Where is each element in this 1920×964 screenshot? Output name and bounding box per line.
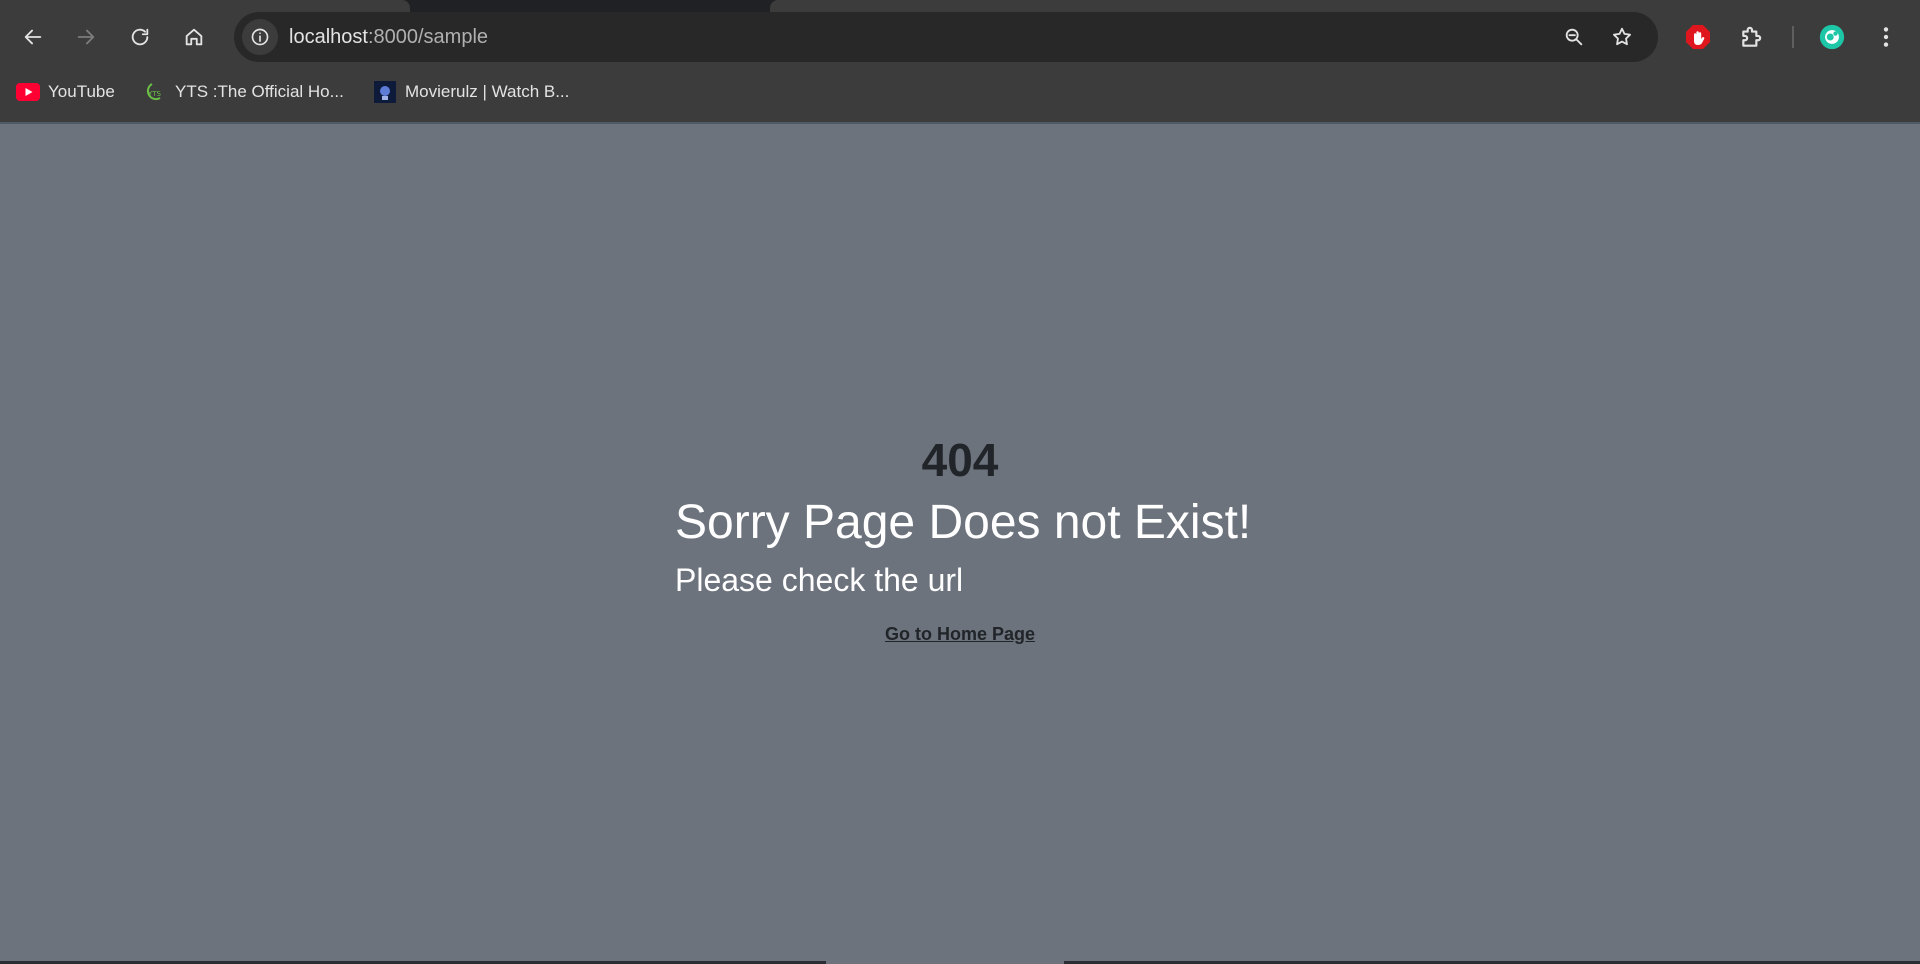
error-subtitle: Please check the url bbox=[675, 562, 964, 598]
bookmark-youtube[interactable]: YouTube bbox=[16, 78, 115, 106]
bookmark-star-button[interactable] bbox=[1604, 19, 1640, 55]
tab-strip bbox=[0, 0, 1920, 12]
adblock-extension-button[interactable] bbox=[1680, 19, 1716, 55]
info-icon bbox=[251, 28, 269, 46]
address-bar[interactable]: localhost:8000/sample bbox=[234, 12, 1658, 62]
bookmark-movierulz[interactable]: Movierulz | Watch B... bbox=[373, 78, 569, 106]
go-home-link[interactable]: Go to Home Page bbox=[675, 624, 1245, 645]
adblock-icon bbox=[1686, 25, 1710, 49]
star-icon bbox=[1613, 27, 1631, 46]
error-code: 404 bbox=[921, 434, 999, 486]
url-path: :8000/sample bbox=[367, 26, 489, 48]
youtube-icon bbox=[16, 82, 40, 102]
yts-icon: YTS bbox=[143, 82, 167, 102]
toolbar-divider bbox=[1792, 26, 1794, 48]
menu-icon bbox=[1883, 27, 1889, 47]
site-info-button[interactable] bbox=[242, 19, 278, 55]
page-content: 404 Sorry Page Does not Exist! Please ch… bbox=[0, 124, 1920, 964]
profile-avatar-button[interactable] bbox=[1814, 19, 1850, 55]
arrow-left-icon bbox=[24, 29, 42, 45]
home-button[interactable] bbox=[174, 17, 214, 57]
browser-chrome: localhost:8000/sample YouTube YTS YTS:T… bbox=[0, 0, 1920, 123]
reload-button[interactable] bbox=[120, 17, 160, 57]
bookmarks-bar: YouTube YTS YTS :The Official Ho... Movi… bbox=[0, 74, 1920, 110]
back-button[interactable] bbox=[13, 17, 53, 57]
url-text[interactable]: localhost:8000/sample bbox=[289, 26, 488, 49]
bookmark-label: Movierulz | Watch B... bbox=[405, 82, 570, 101]
bookmark-label: YouTube bbox=[48, 82, 115, 101]
inactive-tab[interactable] bbox=[770, 0, 1920, 12]
extensions-icon bbox=[1742, 26, 1762, 47]
bookmark-label: YTS :The Official Ho... bbox=[175, 82, 344, 101]
arrow-right-icon bbox=[77, 29, 95, 45]
active-tab[interactable] bbox=[0, 0, 410, 12]
url-host: localhost bbox=[289, 26, 368, 48]
svg-text:YTS: YTS bbox=[147, 90, 162, 98]
forward-button[interactable] bbox=[66, 17, 106, 57]
menu-button[interactable] bbox=[1868, 19, 1904, 55]
error-message-block: 404 Sorry Page Does not Exist! Please ch… bbox=[675, 432, 1252, 645]
reload-icon bbox=[131, 28, 149, 46]
zoom-icon bbox=[1565, 28, 1583, 46]
extensions-button[interactable] bbox=[1734, 19, 1770, 55]
bookmark-yts[interactable]: YTS YTS :The Official Ho... bbox=[143, 78, 344, 106]
home-icon bbox=[185, 28, 203, 46]
error-title: Sorry Page Does not Exist! bbox=[675, 496, 1252, 549]
zoom-button[interactable] bbox=[1556, 19, 1592, 55]
profile-avatar-icon bbox=[1819, 24, 1845, 50]
movierulz-icon bbox=[373, 81, 397, 103]
